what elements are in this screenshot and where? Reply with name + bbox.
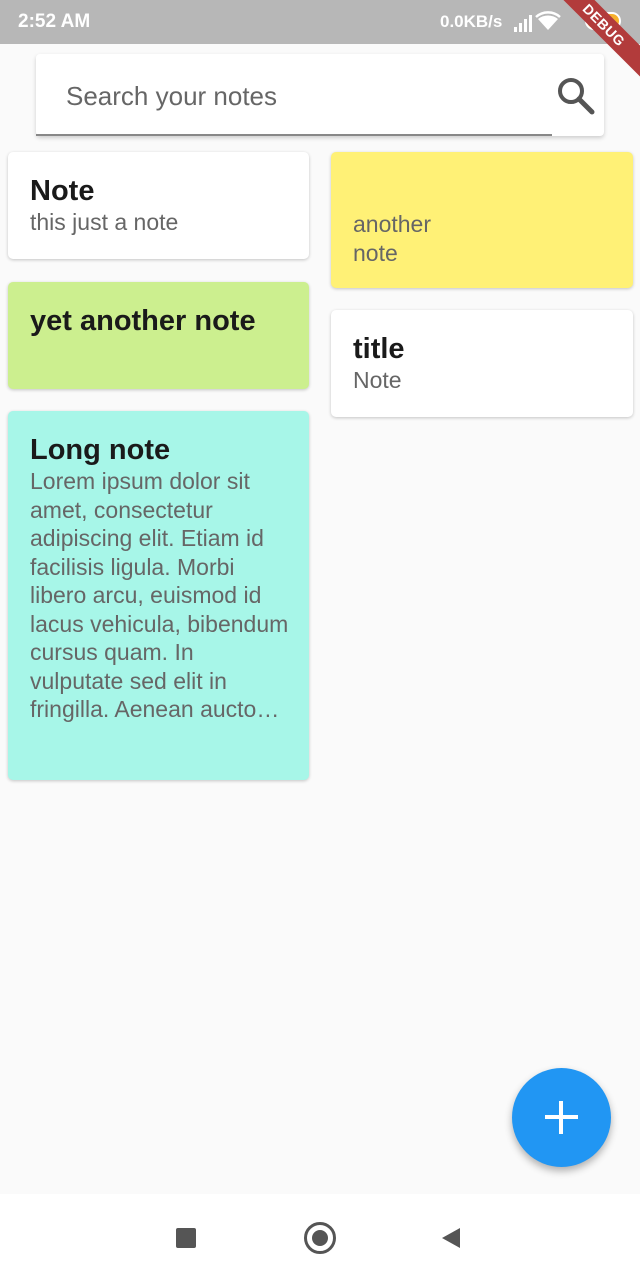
network-speed: 0.0KB/s (440, 12, 503, 31)
note-card[interactable]: title Note (331, 310, 633, 417)
note-body: Note (353, 367, 402, 393)
system-nav-bar (0, 1194, 640, 1280)
back-triangle-icon[interactable] (440, 1226, 462, 1250)
note-title: Long note (30, 434, 171, 466)
recents-square-icon[interactable] (176, 1228, 196, 1248)
add-note-button[interactable] (512, 1068, 611, 1167)
note-title: Note (30, 175, 95, 207)
home-circle-icon[interactable] (304, 1222, 336, 1254)
status-bar: 2:52 AM 0.0KB/s 91 DEBUG (0, 0, 640, 83)
search-underline (36, 134, 552, 136)
note-card[interactable]: Note this just a note (8, 152, 309, 259)
note-card[interactable]: Long note Lorem ipsum dolor sit amet, co… (8, 411, 309, 780)
note-body: another note (353, 211, 432, 266)
note-title: title (353, 333, 405, 365)
note-title: yet another note (30, 305, 256, 337)
note-card[interactable]: another note (331, 152, 633, 288)
signal-wifi-icons (514, 11, 561, 32)
search-input[interactable] (64, 76, 548, 116)
note-body: Lorem ipsum dolor sit amet, consectetur … (30, 468, 289, 722)
search-bar (36, 54, 604, 136)
note-card[interactable]: yet another note (8, 282, 309, 389)
note-body: this just a note (30, 209, 179, 235)
search-icon[interactable] (556, 76, 596, 116)
status-time: 2:52 AM (18, 11, 91, 32)
